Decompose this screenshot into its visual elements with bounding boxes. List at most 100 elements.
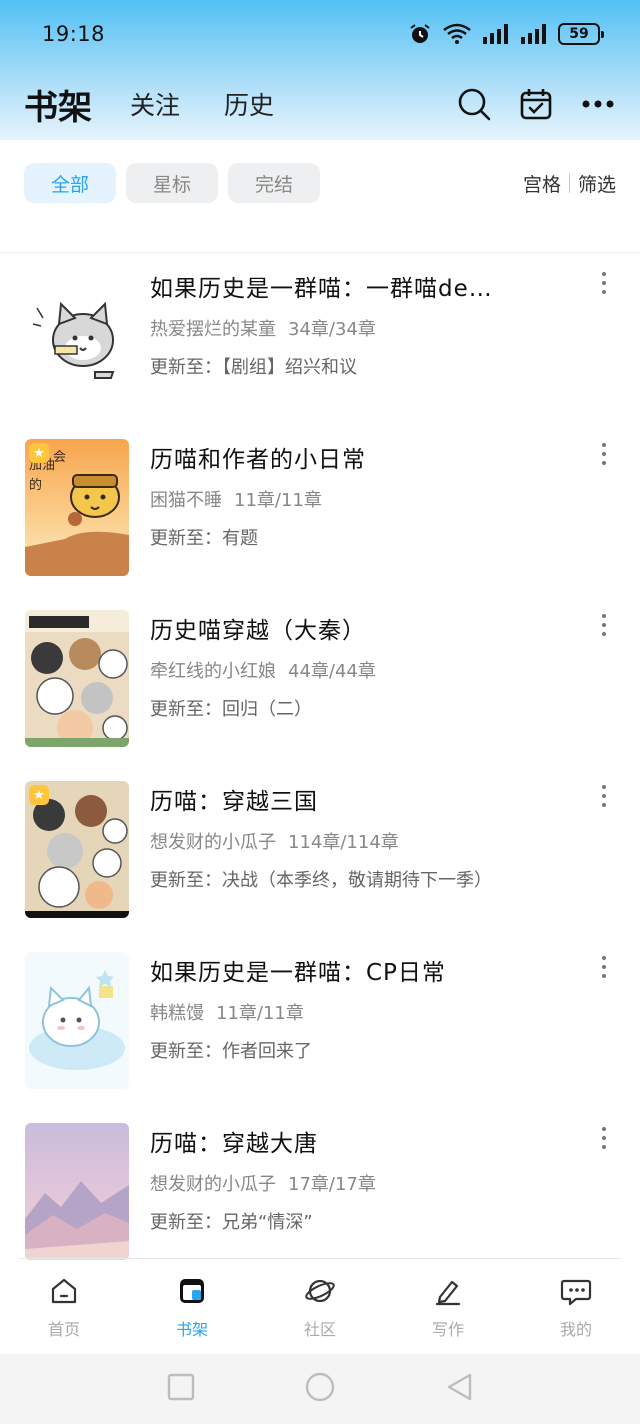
update-chapter: 决战（本季终，敬请期待下一季） — [222, 870, 492, 891]
grid-view-button[interactable]: 宫格 — [523, 170, 561, 197]
book-author: 想发财的小瓜子 — [150, 832, 276, 853]
book-meta: 韩糕馒 11章/11章 — [150, 999, 304, 1025]
nav-label: 我的 — [559, 1320, 592, 1339]
book-meta: 热爱摆烂的某童 34章/34章 — [150, 315, 376, 341]
update-chapter: 回归（二） — [222, 699, 312, 720]
update-chapter: 兄弟“情深” — [222, 1212, 313, 1233]
calendar-check-icon[interactable] — [518, 86, 554, 122]
nav-label: 写作 — [431, 1320, 464, 1339]
book-update: 更新至：有题 — [150, 524, 620, 550]
svg-text:会: 会 — [53, 450, 66, 465]
book-chapters: 44章/44章 — [288, 661, 376, 682]
app-header: 书架 关注 历史 — [0, 72, 640, 136]
filter-chip-starred[interactable]: 星标 — [126, 163, 218, 203]
bookshelf-icon — [177, 1276, 207, 1310]
book-chapters: 114章/114章 — [288, 832, 399, 853]
pen-icon — [433, 1276, 463, 1310]
nav-label: 首页 — [47, 1320, 80, 1339]
header-actions — [456, 86, 616, 122]
update-prefix: 更新至： — [150, 699, 222, 720]
book-meta: 想发财的小瓜子 17章/17章 — [150, 1170, 376, 1196]
update-chapter: 有题 — [222, 528, 258, 549]
book-author: 牵红线的小红娘 — [150, 661, 276, 682]
book-item[interactable]: 历喵：穿越大唐 想发财的小瓜子 17章/17章 更新至：兄弟“情深” — [0, 1108, 640, 1279]
update-chapter: 作者回来了 — [222, 1041, 312, 1062]
book-author: 热爱摆烂的某童 — [150, 319, 276, 340]
nav-label: 书架 — [175, 1320, 208, 1339]
more-vertical-icon[interactable] — [594, 440, 614, 468]
book-update: 更新至：【剧组】绍兴和议 — [150, 353, 620, 379]
book-chapters: 11章/11章 — [216, 1003, 304, 1024]
book-item[interactable]: 如果历史是一群喵：一群喵de… 热爱摆烂的某童 34章/34章 更新至：【剧组】绍… — [0, 253, 640, 424]
more-vertical-icon[interactable] — [594, 782, 614, 810]
book-cover[interactable] — [25, 268, 129, 405]
bottom-nav: 首页 书架 社区 写作 我的 — [0, 1262, 640, 1354]
more-horizontal-icon[interactable] — [580, 86, 616, 122]
tab-history[interactable]: 历史 — [224, 86, 274, 122]
book-item[interactable]: 历史喵穿越（大秦） 牵红线的小红娘 44章/44章 更新至：回归（二） — [0, 595, 640, 766]
filter-button[interactable]: 筛选 — [578, 170, 616, 197]
book-cover[interactable] — [25, 610, 129, 747]
status-icons: 59 — [408, 22, 604, 46]
book-title[interactable]: 如果历史是一群喵：一群喵de… — [150, 269, 530, 303]
nav-item-bookshelf[interactable]: 书架 — [128, 1262, 256, 1354]
system-nav-bar — [0, 1354, 640, 1424]
book-cover[interactable]: 加油 的 会 ★ — [25, 439, 129, 576]
planet-icon — [304, 1276, 336, 1310]
signal-icon — [520, 23, 548, 45]
book-item[interactable]: 如果历史是一群喵：CP日常 韩糕馒 11章/11章 更新至：作者回来了 — [0, 937, 640, 1108]
book-list: 如果历史是一群喵：一群喵de… 热爱摆烂的某童 34章/34章 更新至：【剧组】绍… — [0, 253, 640, 1279]
more-vertical-icon[interactable] — [594, 269, 614, 297]
view-options: 宫格 筛选 — [523, 170, 616, 197]
book-author: 韩糕馒 — [150, 1003, 204, 1024]
update-chapter: 【剧组】绍兴和议 — [222, 357, 357, 378]
book-author: 困猫不睡 — [150, 490, 222, 511]
recent-apps-icon[interactable] — [167, 1373, 195, 1405]
nav-item-profile[interactable]: 我的 — [512, 1262, 640, 1354]
battery-indicator: 59 — [558, 23, 604, 45]
book-update: 更新至：兄弟“情深” — [150, 1208, 620, 1234]
book-meta: 困猫不睡 11章/11章 — [150, 486, 322, 512]
filter-chip-all[interactable]: 全部 — [24, 163, 116, 203]
more-vertical-icon[interactable] — [594, 1124, 614, 1152]
book-title[interactable]: 历喵和作者的小日常 — [150, 440, 530, 474]
nav-label: 社区 — [303, 1320, 336, 1339]
status-time: 19:18 — [42, 22, 106, 46]
book-title[interactable]: 历喵：穿越三国 — [150, 782, 530, 816]
divider — [18, 1258, 622, 1259]
tab-following[interactable]: 关注 — [130, 86, 180, 122]
update-prefix: 更新至： — [150, 528, 222, 549]
book-cover[interactable]: ★ — [25, 781, 129, 918]
svg-text:的: 的 — [29, 477, 42, 493]
update-prefix: 更新至： — [150, 870, 222, 891]
book-cover[interactable] — [25, 952, 129, 1089]
book-title[interactable]: 历喵：穿越大唐 — [150, 1124, 530, 1158]
nav-item-home[interactable]: 首页 — [0, 1262, 128, 1354]
wifi-icon — [442, 22, 472, 46]
book-title[interactable]: 如果历史是一群喵：CP日常 — [150, 953, 530, 987]
nav-item-community[interactable]: 社区 — [256, 1262, 384, 1354]
star-badge-icon: ★ — [29, 785, 49, 805]
book-meta: 想发财的小瓜子 114章/114章 — [150, 828, 399, 854]
book-item[interactable]: 加油 的 会 ★ 历喵和作者的小日常 困猫不睡 11章/11章 更新至：有题 — [0, 424, 640, 595]
book-title[interactable]: 历史喵穿越（大秦） — [150, 611, 530, 645]
book-chapters: 11章/11章 — [234, 490, 322, 511]
update-prefix: 更新至： — [150, 1041, 222, 1062]
more-vertical-icon[interactable] — [594, 611, 614, 639]
book-update: 更新至：回归（二） — [150, 695, 620, 721]
search-icon[interactable] — [456, 86, 492, 122]
book-meta: 牵红线的小红娘 44章/44章 — [150, 657, 376, 683]
book-chapters: 34章/34章 — [288, 319, 376, 340]
book-cover[interactable] — [25, 1123, 129, 1260]
home-circle-icon[interactable] — [305, 1372, 335, 1406]
filter-chip-completed[interactable]: 完结 — [228, 163, 320, 203]
book-item[interactable]: ★ 历喵：穿越三国 想发财的小瓜子 114章/114章 更新至：决战（本季终，敬请… — [0, 766, 640, 937]
status-bar: 19:18 59 — [0, 0, 640, 68]
nav-item-write[interactable]: 写作 — [384, 1262, 512, 1354]
tab-bookshelf[interactable]: 书架 — [24, 80, 92, 129]
book-update: 更新至：作者回来了 — [150, 1037, 620, 1063]
more-vertical-icon[interactable] — [594, 953, 614, 981]
view-separator — [568, 173, 570, 193]
back-triangle-icon[interactable] — [445, 1372, 473, 1406]
filter-row: 全部 星标 完结 宫格 筛选 — [0, 162, 640, 204]
